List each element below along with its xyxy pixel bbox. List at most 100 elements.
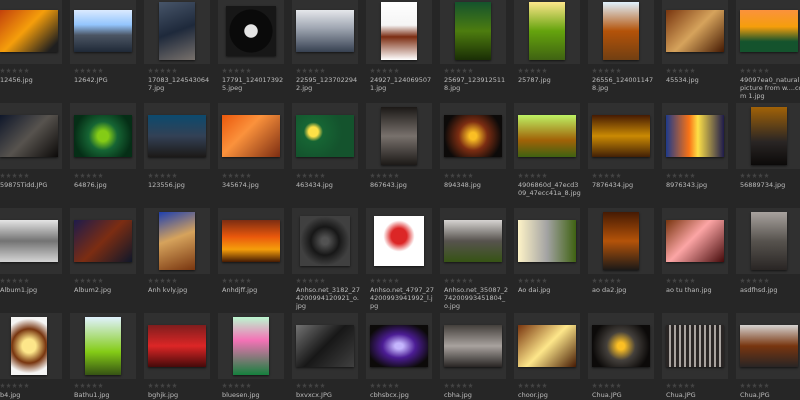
thumbnail-image[interactable] — [381, 107, 417, 165]
file-item[interactable]: Anhso.net_4797_274200993941992_l.jpg — [362, 204, 436, 310]
thumbnail-frame[interactable] — [588, 313, 654, 379]
thumbnail-image[interactable] — [666, 115, 724, 157]
star-icon[interactable] — [98, 173, 103, 178]
star-icon[interactable] — [382, 173, 387, 178]
thumbnail-frame[interactable] — [0, 0, 62, 64]
star-icon[interactable] — [672, 278, 677, 283]
star-icon[interactable] — [530, 383, 535, 388]
thumbnail-image[interactable] — [592, 115, 650, 157]
star-icon[interactable] — [80, 278, 85, 283]
rating-stars[interactable] — [666, 68, 695, 73]
thumbnail-frame[interactable] — [70, 103, 136, 169]
file-item[interactable]: 894348.jpg — [436, 99, 510, 204]
star-icon[interactable] — [74, 383, 79, 388]
star-icon[interactable] — [234, 68, 239, 73]
thumbnail-image[interactable] — [740, 325, 798, 367]
star-icon[interactable] — [370, 278, 375, 283]
star-icon[interactable] — [690, 383, 695, 388]
file-item[interactable]: Chua.JPG — [658, 309, 732, 400]
file-item[interactable]: 45534.jpg — [658, 0, 732, 99]
star-icon[interactable] — [530, 68, 535, 73]
star-icon[interactable] — [598, 68, 603, 73]
thumbnail-image[interactable] — [0, 115, 58, 157]
thumbnail-frame[interactable] — [218, 103, 284, 169]
star-icon[interactable] — [240, 173, 245, 178]
star-icon[interactable] — [468, 173, 473, 178]
star-icon[interactable] — [462, 383, 467, 388]
thumbnail-frame[interactable] — [0, 208, 62, 274]
file-item[interactable]: 12642.JPG — [66, 0, 140, 99]
star-icon[interactable] — [444, 173, 449, 178]
star-icon[interactable] — [666, 173, 671, 178]
star-icon[interactable] — [450, 173, 455, 178]
star-icon[interactable] — [666, 278, 671, 283]
rating-stars[interactable] — [740, 68, 769, 73]
star-icon[interactable] — [592, 173, 597, 178]
rating-stars[interactable] — [592, 68, 621, 73]
star-icon[interactable] — [222, 173, 227, 178]
star-icon[interactable] — [240, 278, 245, 283]
thumbnail-image[interactable] — [603, 2, 639, 60]
star-icon[interactable] — [160, 173, 165, 178]
star-icon[interactable] — [148, 173, 153, 178]
file-item[interactable]: asdfhsd.jpg — [732, 204, 800, 309]
rating-stars[interactable] — [370, 173, 399, 178]
star-icon[interactable] — [154, 278, 159, 283]
star-icon[interactable] — [234, 278, 239, 283]
star-icon[interactable] — [86, 278, 91, 283]
file-item[interactable]: cbha.jpg — [436, 309, 510, 400]
star-icon[interactable] — [320, 278, 325, 283]
star-icon[interactable] — [6, 68, 11, 73]
file-item[interactable]: Bathu1.jpg — [66, 309, 140, 400]
rating-stars[interactable] — [444, 383, 473, 388]
thumbnail-frame[interactable] — [440, 313, 506, 379]
star-icon[interactable] — [80, 68, 85, 73]
star-icon[interactable] — [462, 68, 467, 73]
star-icon[interactable] — [610, 383, 615, 388]
star-icon[interactable] — [758, 278, 763, 283]
star-icon[interactable] — [746, 278, 751, 283]
star-icon[interactable] — [678, 68, 683, 73]
thumbnail-frame[interactable] — [736, 0, 800, 64]
star-icon[interactable] — [246, 68, 251, 73]
star-icon[interactable] — [592, 278, 597, 283]
star-icon[interactable] — [678, 278, 683, 283]
star-icon[interactable] — [12, 383, 17, 388]
star-icon[interactable] — [690, 278, 695, 283]
rating-stars[interactable] — [518, 383, 547, 388]
star-icon[interactable] — [376, 383, 381, 388]
star-icon[interactable] — [764, 383, 769, 388]
thumbnail-image[interactable] — [381, 2, 417, 60]
star-icon[interactable] — [370, 383, 375, 388]
star-icon[interactable] — [240, 383, 245, 388]
star-icon[interactable] — [308, 278, 313, 283]
file-item[interactable]: Anhso.net_3182_274200994120921_o.jpg — [288, 204, 362, 310]
rating-stars[interactable] — [0, 173, 29, 178]
thumbnail-frame[interactable] — [662, 313, 728, 379]
star-icon[interactable] — [530, 173, 535, 178]
rating-stars[interactable] — [370, 383, 399, 388]
file-item[interactable]: 12456.jpg — [0, 0, 66, 99]
thumbnail-image[interactable] — [74, 115, 132, 157]
star-icon[interactable] — [314, 68, 319, 73]
star-icon[interactable] — [154, 173, 159, 178]
star-icon[interactable] — [308, 383, 313, 388]
star-icon[interactable] — [320, 173, 325, 178]
star-icon[interactable] — [616, 173, 621, 178]
file-item[interactable]: bxvxcx.JPG — [288, 309, 362, 400]
star-icon[interactable] — [690, 173, 695, 178]
star-icon[interactable] — [450, 278, 455, 283]
star-icon[interactable] — [24, 68, 29, 73]
rating-stars[interactable] — [222, 278, 251, 283]
file-item[interactable]: 24927_1240695071.jpg — [362, 0, 436, 99]
star-icon[interactable] — [308, 173, 313, 178]
rating-stars[interactable] — [296, 383, 325, 388]
file-item[interactable]: 22595_1237022942.jpg — [288, 0, 362, 99]
star-icon[interactable] — [518, 68, 523, 73]
star-icon[interactable] — [314, 383, 319, 388]
thumbnail-image[interactable] — [148, 115, 206, 157]
star-icon[interactable] — [536, 278, 541, 283]
file-item[interactable]: 345674.jpg — [214, 99, 288, 204]
thumbnail-frame[interactable] — [662, 0, 728, 64]
rating-stars[interactable] — [0, 278, 29, 283]
